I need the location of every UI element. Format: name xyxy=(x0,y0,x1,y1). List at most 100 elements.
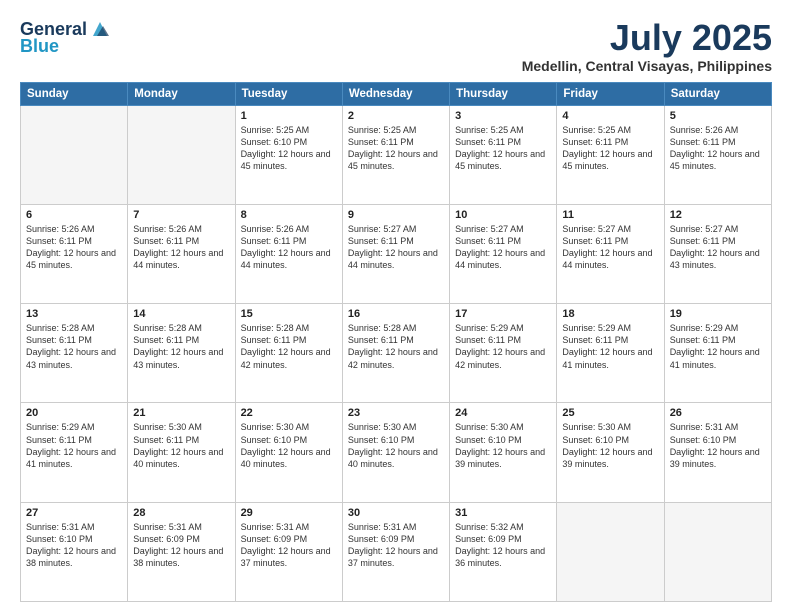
col-sunday: Sunday xyxy=(21,82,128,105)
calendar-cell: 11 Sunrise: 5:27 AM Sunset: 6:11 PM Dayli… xyxy=(557,204,664,303)
calendar-header-row: Sunday Monday Tuesday Wednesday Thursday… xyxy=(21,82,772,105)
day-number: 25 xyxy=(562,407,658,419)
day-info: Sunrise: 5:27 AM Sunset: 6:11 PM Dayligh… xyxy=(670,223,766,272)
day-info: Sunrise: 5:26 AM Sunset: 6:11 PM Dayligh… xyxy=(26,223,122,272)
day-number: 28 xyxy=(133,507,229,519)
day-number: 9 xyxy=(348,209,444,221)
day-number: 27 xyxy=(26,507,122,519)
calendar-cell: 30 Sunrise: 5:31 AM Sunset: 6:09 PM Dayli… xyxy=(342,502,449,601)
day-info: Sunrise: 5:28 AM Sunset: 6:11 PM Dayligh… xyxy=(241,322,337,371)
day-info: Sunrise: 5:27 AM Sunset: 6:11 PM Dayligh… xyxy=(562,223,658,272)
calendar-cell: 19 Sunrise: 5:29 AM Sunset: 6:11 PM Dayli… xyxy=(664,304,771,403)
calendar-cell: 17Sunrise: 5:29 AM Sunset: 6:11 PM Dayli… xyxy=(450,304,557,403)
calendar-table: Sunday Monday Tuesday Wednesday Thursday… xyxy=(20,82,772,602)
page: General Blue July 2025 Medellin, Central… xyxy=(0,0,792,612)
day-number: 21 xyxy=(133,407,229,419)
calendar-week-2: 13 Sunrise: 5:28 AM Sunset: 6:11 PM Dayli… xyxy=(21,304,772,403)
logo-icon xyxy=(89,18,111,40)
calendar-week-4: 27 Sunrise: 5:31 AM Sunset: 6:10 PM Dayli… xyxy=(21,502,772,601)
calendar-cell xyxy=(557,502,664,601)
day-number: 29 xyxy=(241,507,337,519)
calendar-cell: 14Sunrise: 5:28 AM Sunset: 6:11 PM Dayli… xyxy=(128,304,235,403)
day-info: Sunrise: 5:30 AM Sunset: 6:10 PM Dayligh… xyxy=(455,421,551,470)
calendar-cell xyxy=(664,502,771,601)
day-number: 2 xyxy=(348,110,444,122)
day-number: 4 xyxy=(562,110,658,122)
calendar-cell: 18 Sunrise: 5:29 AM Sunset: 6:11 PM Dayli… xyxy=(557,304,664,403)
day-number: 15 xyxy=(241,308,337,320)
calendar-cell: 15 Sunrise: 5:28 AM Sunset: 6:11 PM Dayli… xyxy=(235,304,342,403)
day-info: Sunrise: 5:31 AM Sunset: 6:09 PM Dayligh… xyxy=(241,521,337,570)
calendar-cell xyxy=(21,105,128,204)
col-monday: Monday xyxy=(128,82,235,105)
day-info: Sunrise: 5:31 AM Sunset: 6:09 PM Dayligh… xyxy=(133,521,229,570)
day-number: 18 xyxy=(562,308,658,320)
calendar-cell: 3Sunrise: 5:25 AM Sunset: 6:11 PM Daylig… xyxy=(450,105,557,204)
day-info: Sunrise: 5:31 AM Sunset: 6:10 PM Dayligh… xyxy=(26,521,122,570)
calendar-cell: 25Sunrise: 5:30 AM Sunset: 6:10 PM Dayli… xyxy=(557,403,664,502)
day-number: 8 xyxy=(241,209,337,221)
calendar-cell: 7Sunrise: 5:26 AM Sunset: 6:11 PM Daylig… xyxy=(128,204,235,303)
day-number: 14 xyxy=(133,308,229,320)
day-info: Sunrise: 5:29 AM Sunset: 6:11 PM Dayligh… xyxy=(562,322,658,371)
day-info: Sunrise: 5:29 AM Sunset: 6:11 PM Dayligh… xyxy=(26,421,122,470)
day-number: 16 xyxy=(348,308,444,320)
day-number: 26 xyxy=(670,407,766,419)
month-title: July 2025 xyxy=(522,18,772,58)
day-info: Sunrise: 5:28 AM Sunset: 6:11 PM Dayligh… xyxy=(26,322,122,371)
day-info: Sunrise: 5:26 AM Sunset: 6:11 PM Dayligh… xyxy=(670,124,766,173)
day-info: Sunrise: 5:30 AM Sunset: 6:10 PM Dayligh… xyxy=(241,421,337,470)
calendar-cell: 6 Sunrise: 5:26 AM Sunset: 6:11 PM Daylig… xyxy=(21,204,128,303)
day-number: 7 xyxy=(133,209,229,221)
calendar-week-0: 1Sunrise: 5:25 AM Sunset: 6:10 PM Daylig… xyxy=(21,105,772,204)
day-number: 30 xyxy=(348,507,444,519)
day-info: Sunrise: 5:29 AM Sunset: 6:11 PM Dayligh… xyxy=(455,322,551,371)
day-info: Sunrise: 5:32 AM Sunset: 6:09 PM Dayligh… xyxy=(455,521,551,570)
day-number: 23 xyxy=(348,407,444,419)
day-info: Sunrise: 5:25 AM Sunset: 6:11 PM Dayligh… xyxy=(455,124,551,173)
day-number: 10 xyxy=(455,209,551,221)
calendar-cell: 8 Sunrise: 5:26 AM Sunset: 6:11 PM Daylig… xyxy=(235,204,342,303)
day-number: 13 xyxy=(26,308,122,320)
calendar-cell: 28 Sunrise: 5:31 AM Sunset: 6:09 PM Dayli… xyxy=(128,502,235,601)
day-info: Sunrise: 5:30 AM Sunset: 6:11 PM Dayligh… xyxy=(133,421,229,470)
calendar-cell: 12Sunrise: 5:27 AM Sunset: 6:11 PM Dayli… xyxy=(664,204,771,303)
title-block: July 2025 Medellin, Central Visayas, Phi… xyxy=(522,18,772,74)
calendar-cell: 9 Sunrise: 5:27 AM Sunset: 6:11 PM Daylig… xyxy=(342,204,449,303)
logo-blue-text: Blue xyxy=(20,36,59,57)
calendar-cell: 5 Sunrise: 5:26 AM Sunset: 6:11 PM Daylig… xyxy=(664,105,771,204)
col-saturday: Saturday xyxy=(664,82,771,105)
calendar-cell: 10 Sunrise: 5:27 AM Sunset: 6:11 PM Dayli… xyxy=(450,204,557,303)
day-number: 6 xyxy=(26,209,122,221)
calendar-cell: 2Sunrise: 5:25 AM Sunset: 6:11 PM Daylig… xyxy=(342,105,449,204)
calendar-cell: 27 Sunrise: 5:31 AM Sunset: 6:10 PM Dayli… xyxy=(21,502,128,601)
day-number: 11 xyxy=(562,209,658,221)
calendar-cell: 26 Sunrise: 5:31 AM Sunset: 6:10 PM Dayli… xyxy=(664,403,771,502)
calendar-week-3: 20 Sunrise: 5:29 AM Sunset: 6:11 PM Dayli… xyxy=(21,403,772,502)
calendar-cell: 31Sunrise: 5:32 AM Sunset: 6:09 PM Dayli… xyxy=(450,502,557,601)
day-info: Sunrise: 5:29 AM Sunset: 6:11 PM Dayligh… xyxy=(670,322,766,371)
calendar-cell: 22Sunrise: 5:30 AM Sunset: 6:10 PM Dayli… xyxy=(235,403,342,502)
col-tuesday: Tuesday xyxy=(235,82,342,105)
header: General Blue July 2025 Medellin, Central… xyxy=(20,18,772,74)
day-info: Sunrise: 5:25 AM Sunset: 6:11 PM Dayligh… xyxy=(562,124,658,173)
location-title: Medellin, Central Visayas, Philippines xyxy=(522,58,772,74)
day-number: 5 xyxy=(670,110,766,122)
calendar-cell: 21 Sunrise: 5:30 AM Sunset: 6:11 PM Dayli… xyxy=(128,403,235,502)
day-info: Sunrise: 5:25 AM Sunset: 6:10 PM Dayligh… xyxy=(241,124,337,173)
day-info: Sunrise: 5:30 AM Sunset: 6:10 PM Dayligh… xyxy=(348,421,444,470)
day-info: Sunrise: 5:27 AM Sunset: 6:11 PM Dayligh… xyxy=(348,223,444,272)
day-number: 20 xyxy=(26,407,122,419)
day-info: Sunrise: 5:31 AM Sunset: 6:09 PM Dayligh… xyxy=(348,521,444,570)
calendar-cell: 20 Sunrise: 5:29 AM Sunset: 6:11 PM Dayli… xyxy=(21,403,128,502)
calendar-cell: 23 Sunrise: 5:30 AM Sunset: 6:10 PM Dayli… xyxy=(342,403,449,502)
day-info: Sunrise: 5:28 AM Sunset: 6:11 PM Dayligh… xyxy=(348,322,444,371)
day-info: Sunrise: 5:31 AM Sunset: 6:10 PM Dayligh… xyxy=(670,421,766,470)
day-number: 19 xyxy=(670,308,766,320)
calendar-cell xyxy=(128,105,235,204)
calendar-cell: 1Sunrise: 5:25 AM Sunset: 6:10 PM Daylig… xyxy=(235,105,342,204)
col-friday: Friday xyxy=(557,82,664,105)
day-info: Sunrise: 5:26 AM Sunset: 6:11 PM Dayligh… xyxy=(241,223,337,272)
day-info: Sunrise: 5:27 AM Sunset: 6:11 PM Dayligh… xyxy=(455,223,551,272)
calendar-cell: 29 Sunrise: 5:31 AM Sunset: 6:09 PM Dayli… xyxy=(235,502,342,601)
